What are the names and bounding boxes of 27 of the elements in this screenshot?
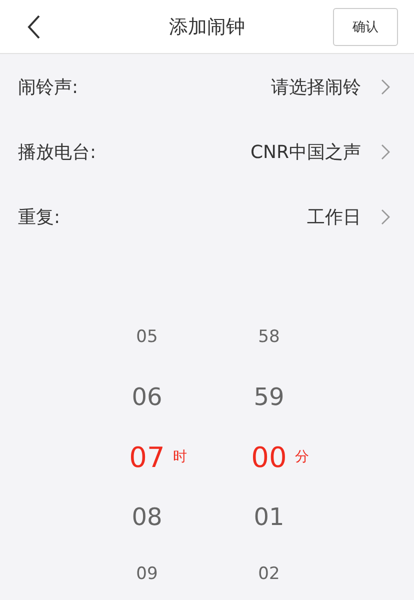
back-icon[interactable] bbox=[27, 14, 41, 40]
setting-label: 闹铃声: bbox=[18, 76, 80, 98]
time-option[interactable]: 07 bbox=[129, 440, 165, 474]
time-unit: 时 bbox=[172, 448, 187, 466]
time-option[interactable]: 02 bbox=[258, 564, 280, 584]
setting-label: 播放电台: bbox=[18, 140, 98, 164]
time-option[interactable]: 05 bbox=[136, 327, 158, 347]
chevron-icon bbox=[381, 208, 390, 224]
setting-row[interactable]: 闹铃声: 请选择闹铃 bbox=[0, 54, 414, 119]
time-option[interactable]: 06 bbox=[132, 383, 162, 411]
time-option[interactable]: 09 bbox=[136, 564, 158, 584]
setting-row[interactable]: 重复: 工作日 bbox=[0, 184, 414, 249]
time-option[interactable]: 01 bbox=[254, 503, 284, 531]
time-option[interactable]: 58 bbox=[258, 327, 280, 347]
time-option[interactable]: 59 bbox=[254, 383, 284, 411]
setting-label: 重复: bbox=[18, 206, 62, 228]
screen-title: 添加闹钟 bbox=[168, 14, 246, 40]
time-unit: 分 bbox=[294, 448, 309, 466]
setting-value: 请选择闹铃 bbox=[271, 76, 361, 98]
setting-row[interactable]: 播放电台: CNR中国之声 bbox=[0, 119, 414, 184]
chevron-icon bbox=[381, 78, 390, 94]
chevron-icon bbox=[381, 144, 390, 160]
confirm-button[interactable]: 确认 bbox=[333, 8, 398, 46]
setting-value: 工作日 bbox=[307, 206, 361, 228]
time-option[interactable]: 08 bbox=[132, 503, 162, 531]
setting-value: CNR中国之声 bbox=[250, 140, 361, 164]
time-option[interactable]: 00 bbox=[251, 440, 287, 474]
